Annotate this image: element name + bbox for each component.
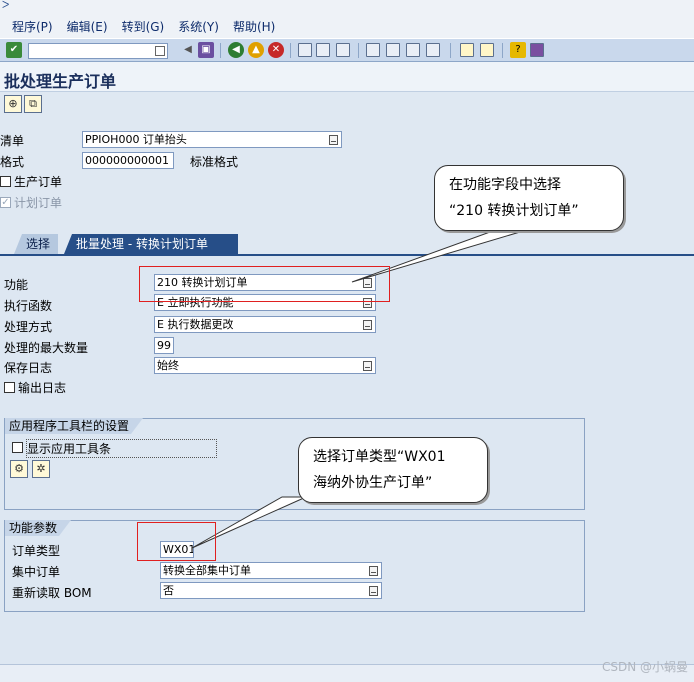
callout-order-type-line2: 海纳外协生产订单” xyxy=(313,475,433,491)
callout-function: 在功能字段中选择 “210 转换计划订单” xyxy=(434,165,624,231)
callout-order-type-line1: 选择订单类型“WX01 xyxy=(313,449,446,465)
highlight-function xyxy=(139,266,390,302)
highlight-order-type xyxy=(137,522,216,561)
callout-pointers xyxy=(191,231,521,549)
callout-function-line2: “210 转换计划订单” xyxy=(449,203,579,219)
watermark: CSDN @小蜗曼 xyxy=(601,660,688,674)
callout-order-type: 选择订单类型“WX01 海纳外协生产订单” xyxy=(298,437,488,503)
callout-function-line1: 在功能字段中选择 xyxy=(449,177,561,193)
